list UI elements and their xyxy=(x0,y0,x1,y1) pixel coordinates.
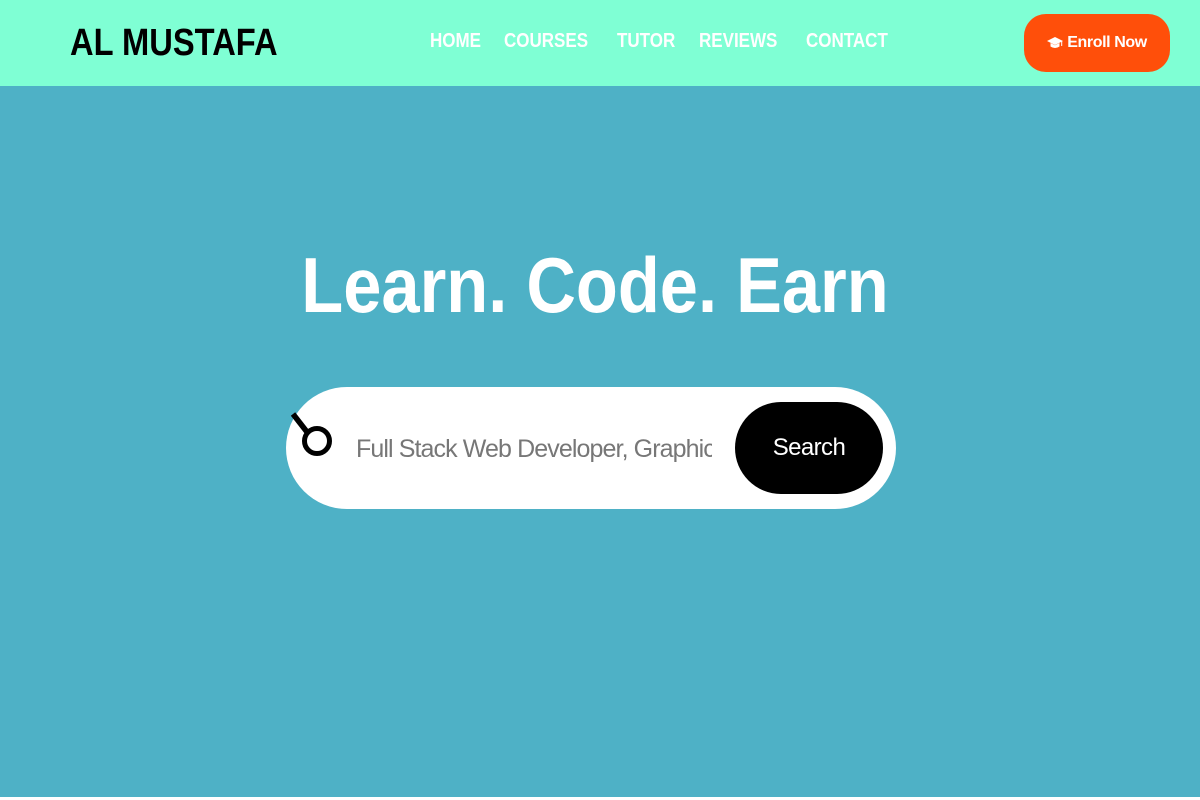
nav-link-courses[interactable]: COURSES xyxy=(504,30,588,53)
site-logo[interactable]: AL MUSTAFA xyxy=(70,22,278,65)
nav-link-tutor[interactable]: TUTOR xyxy=(617,30,675,53)
nav-link-contact[interactable]: CONTACT xyxy=(806,30,888,53)
search-icon[interactable] xyxy=(290,408,336,468)
navbar: AL MUSTAFA HOME COURSES TUTOR REVIEWS CO… xyxy=(0,0,1200,86)
search-button[interactable]: Search xyxy=(735,402,883,494)
main-nav: HOME COURSES TUTOR REVIEWS CONTACT xyxy=(430,30,892,53)
enroll-now-button[interactable]: Enroll Now xyxy=(1024,14,1170,72)
search-input[interactable] xyxy=(356,428,712,470)
nav-link-reviews[interactable]: REVIEWS xyxy=(699,30,777,53)
enroll-now-label: Enroll Now xyxy=(1067,34,1147,51)
hero-title: Learn. Code. Earn xyxy=(301,241,889,329)
nav-link-home[interactable]: HOME xyxy=(430,30,481,53)
graduation-cap-icon xyxy=(1047,36,1064,50)
